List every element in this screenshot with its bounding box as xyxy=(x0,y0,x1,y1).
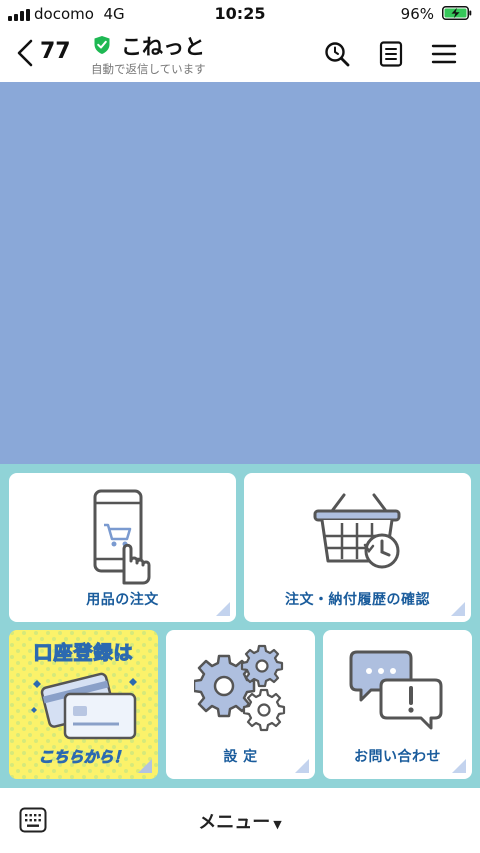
bottom-bar: メニュー ▼ xyxy=(0,788,480,853)
search-icon[interactable] xyxy=(323,40,351,68)
notes-icon[interactable] xyxy=(377,40,405,68)
menu-toggle-label: メニュー xyxy=(198,812,271,833)
tile-corner-mark xyxy=(451,602,465,616)
tile-corner-mark xyxy=(452,759,466,773)
status-bar: docomo 4G 10:25 96% xyxy=(0,0,480,28)
order-supplies-button[interactable]: 用品の注文 xyxy=(9,473,236,622)
tile-corner-mark xyxy=(138,759,152,773)
contact-label: お問い合わせ xyxy=(354,749,441,765)
back-chevron-icon[interactable] xyxy=(16,38,34,68)
chat-subtitle: 自動で返信しています xyxy=(91,62,206,76)
order-history-label: 注文・納付履歴の確認 xyxy=(285,592,430,608)
triangle-down-icon: ▼ xyxy=(273,818,282,831)
chat-title: こねっと xyxy=(121,35,205,59)
settings-button[interactable]: 設 定 xyxy=(166,630,315,779)
rich-menu: 用品の注文 注文・納付履歴の確認 口座登録は こちらから！ 設 定 お問い合わせ xyxy=(0,464,480,788)
verified-shield-icon xyxy=(94,36,110,54)
basket-history-icon xyxy=(313,493,401,569)
promo-title: 口座登録は xyxy=(33,641,134,664)
gears-icon xyxy=(194,644,286,732)
chat-header: 77 こねっと 自動で返信しています xyxy=(0,28,480,82)
order-supplies-label: 用品の注文 xyxy=(86,592,159,608)
order-history-button[interactable]: 注文・納付履歴の確認 xyxy=(244,473,471,622)
credit-cards-icon xyxy=(31,672,137,740)
menu-toggle[interactable]: メニュー ▼ xyxy=(0,808,480,834)
unread-count[interactable]: 77 xyxy=(40,39,71,64)
battery-charging-icon xyxy=(442,6,472,20)
chat-message-area[interactable] xyxy=(0,82,480,464)
account-registration-banner[interactable]: 口座登録は こちらから！ xyxy=(9,630,158,779)
settings-label: 設 定 xyxy=(223,749,258,765)
tile-corner-mark xyxy=(295,759,309,773)
menu-icon[interactable] xyxy=(430,40,458,68)
tile-corner-mark xyxy=(216,602,230,616)
chat-bubbles-icon xyxy=(349,650,443,730)
contact-button[interactable]: お問い合わせ xyxy=(323,630,472,779)
battery-percent: 96% xyxy=(400,5,434,23)
promo-footer: こちらから！ xyxy=(38,748,129,767)
phone-cart-icon xyxy=(93,489,151,585)
